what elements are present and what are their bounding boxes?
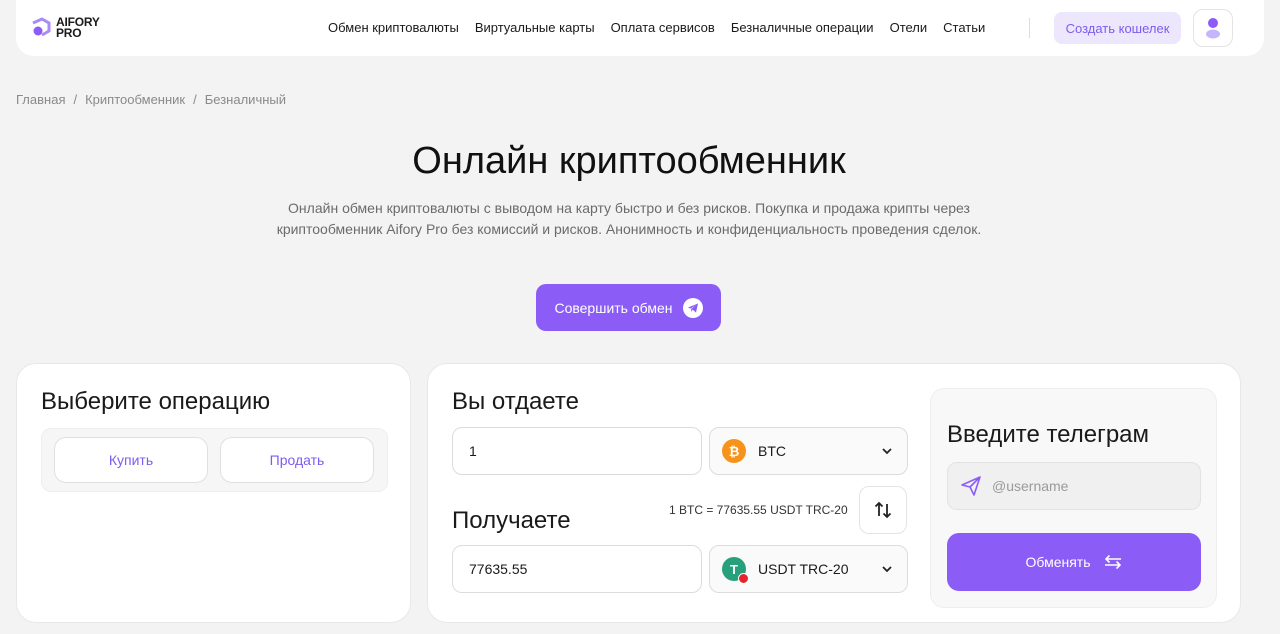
get-amount-input[interactable]: 77635.55 bbox=[452, 545, 702, 593]
telegram-panel: Введите телеграм @username Обменять bbox=[930, 388, 1217, 608]
give-label: Вы отдаете bbox=[452, 388, 579, 415]
exchange-arrows-icon bbox=[1104, 554, 1121, 570]
nav-item-services-payment[interactable]: Оплата сервисов bbox=[611, 20, 715, 35]
breadcrumb-exchanger[interactable]: Криптообменник bbox=[85, 92, 185, 107]
swap-arrows-icon bbox=[874, 501, 892, 519]
logo-text-line2: PRO bbox=[56, 26, 82, 40]
sell-button[interactable]: Продать bbox=[220, 437, 374, 483]
make-exchange-label: Совершить обмен bbox=[554, 299, 673, 316]
get-label: Получаете bbox=[452, 507, 571, 534]
exchange-card: Вы отдаете 1 ₿ BTC 1 BTC = 77635.55 USDT… bbox=[427, 363, 1241, 623]
logo-icon bbox=[30, 17, 52, 39]
create-wallet-button[interactable]: Создать кошелек bbox=[1054, 12, 1181, 44]
operation-card: Выберите операцию Купить Продать bbox=[16, 363, 411, 623]
exchange-rate: 1 BTC = 77635.55 USDT TRC-20 bbox=[669, 503, 848, 517]
breadcrumb-separator: / bbox=[193, 92, 197, 107]
breadcrumb-separator: / bbox=[73, 92, 78, 107]
breadcrumb-home[interactable]: Главная bbox=[16, 92, 65, 107]
page-title: Онлайн криптообменник bbox=[412, 140, 846, 182]
exchange-submit-button[interactable]: Обменять bbox=[947, 533, 1201, 591]
profile-button[interactable] bbox=[1193, 9, 1233, 47]
chevron-down-icon bbox=[882, 566, 892, 573]
swap-button[interactable] bbox=[859, 486, 907, 534]
exchange-submit-label: Обменять bbox=[1025, 554, 1091, 570]
get-currency-label: USDT TRC-20 bbox=[758, 561, 849, 577]
nav-item-cashless[interactable]: Безналичные операции bbox=[731, 20, 874, 35]
get-currency-select[interactable]: T USDT TRC-20 bbox=[709, 545, 908, 593]
give-currency-label: BTC bbox=[758, 443, 786, 459]
make-exchange-button[interactable]: Совершить обмен bbox=[536, 284, 721, 331]
main-nav: Обмен криптовалюты Виртуальные карты Опл… bbox=[328, 20, 985, 35]
usdt-icon: T bbox=[722, 557, 749, 584]
logo[interactable]: AIFORY PRO bbox=[30, 16, 100, 40]
operation-title: Выберите операцию bbox=[41, 388, 271, 415]
breadcrumb-current: Безналичный bbox=[204, 92, 286, 107]
user-icon bbox=[1206, 18, 1220, 39]
nav-item-hotels[interactable]: Отели bbox=[890, 20, 928, 35]
top-header: AIFORY PRO Обмен криптовалюты Виртуальны… bbox=[16, 0, 1264, 56]
buy-button[interactable]: Купить bbox=[54, 437, 208, 483]
telegram-username-placeholder: @username bbox=[992, 478, 1069, 494]
btc-icon: ₿ bbox=[722, 439, 746, 463]
nav-divider bbox=[1029, 18, 1030, 38]
give-amount-input[interactable]: 1 bbox=[452, 427, 702, 475]
nav-item-virtual-cards[interactable]: Виртуальные карты bbox=[475, 20, 595, 35]
telegram-username-input[interactable]: @username bbox=[947, 462, 1201, 510]
nav-item-articles[interactable]: Статьи bbox=[943, 20, 985, 35]
telegram-icon bbox=[682, 297, 703, 318]
send-icon bbox=[961, 476, 981, 496]
operation-toggle: Купить Продать bbox=[41, 428, 388, 492]
page-subtitle: Онлайн обмен криптовалюты с выводом на к… bbox=[276, 200, 982, 237]
nav-item-crypto-exchange[interactable]: Обмен криптовалюты bbox=[328, 20, 459, 35]
breadcrumb: Главная / Криптообменник / Безналичный bbox=[16, 92, 286, 107]
give-currency-select[interactable]: ₿ BTC bbox=[709, 427, 908, 475]
chevron-down-icon bbox=[882, 448, 892, 455]
telegram-title: Введите телеграм bbox=[947, 421, 1150, 448]
tron-badge-icon bbox=[738, 573, 749, 584]
